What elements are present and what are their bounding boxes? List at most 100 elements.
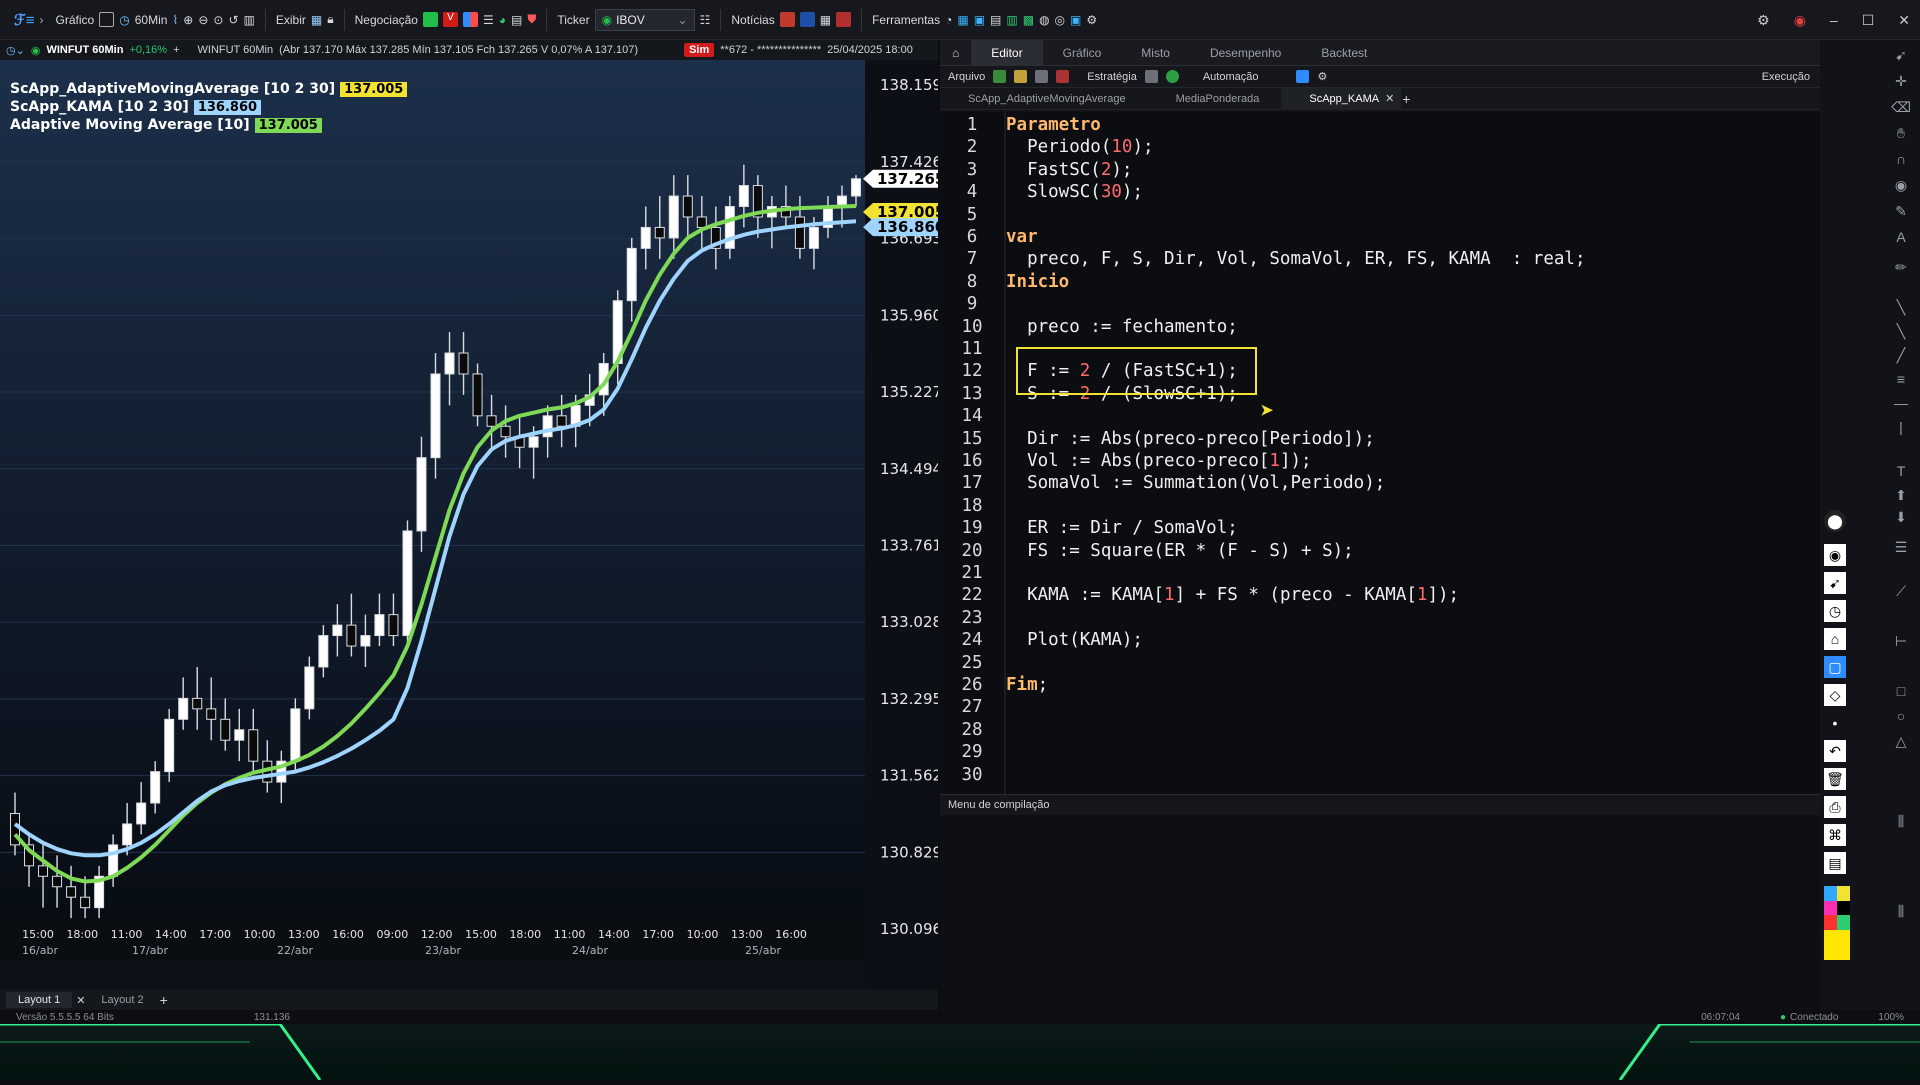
code-line[interactable]: 10 preco := fechamento; bbox=[940, 316, 1820, 338]
menu-estrategia[interactable]: Estratégia bbox=[1087, 71, 1137, 83]
eraser-icon[interactable]: ⌫ bbox=[1890, 96, 1912, 118]
tool-icon-9[interactable]: ▣ bbox=[1070, 13, 1081, 27]
arrow-down-icon[interactable]: ⬇ bbox=[1890, 506, 1912, 528]
code-line[interactable]: 17 SomaVol := Summation(Vol,Periodo); bbox=[940, 472, 1820, 494]
code-line[interactable]: 24 Plot(KAMA); bbox=[940, 629, 1820, 651]
settings-icon[interactable]: ⚙ bbox=[1317, 70, 1327, 83]
sim-badge[interactable]: Sim bbox=[684, 43, 715, 57]
gear-icon[interactable]: ⚙ bbox=[1757, 12, 1770, 29]
eraser-tool-icon[interactable]: ◇ bbox=[1824, 684, 1846, 706]
file-tab-2[interactable]: MediaPonderada bbox=[1148, 88, 1282, 110]
tab-backtest[interactable]: Backtest bbox=[1301, 40, 1387, 66]
color-swatch-yellow[interactable] bbox=[1824, 930, 1850, 960]
code-line[interactable]: 7 preco, F, S, Dir, Vol, SomaVol, ER, FS… bbox=[940, 248, 1820, 270]
tab-desempenho[interactable]: Desempenho bbox=[1190, 40, 1301, 66]
replay-icon[interactable]: ↺ bbox=[228, 13, 238, 27]
timer-icon[interactable]: ◷ bbox=[1824, 600, 1846, 622]
save-icon[interactable] bbox=[1035, 70, 1049, 83]
code-line[interactable]: 23 bbox=[940, 607, 1820, 629]
zoom-level[interactable]: 100% bbox=[1878, 1012, 1904, 1023]
report-icon[interactable] bbox=[836, 12, 852, 27]
code-line[interactable]: 30 bbox=[940, 764, 1820, 786]
code-line[interactable]: 28 bbox=[940, 719, 1820, 741]
indicator-label-1[interactable]: ScApp_AdaptiveMovingAverage [10 2 30] 13… bbox=[10, 81, 408, 97]
print-icon[interactable]: ⎙ bbox=[1824, 796, 1846, 818]
eye-icon[interactable]: ◉ bbox=[1890, 174, 1912, 196]
code-line[interactable]: 29 bbox=[940, 741, 1820, 763]
vertical-lines-icon[interactable]: ⫼ bbox=[1890, 810, 1912, 832]
tab-editor[interactable]: Editor bbox=[971, 39, 1043, 66]
code-line[interactable]: 18 bbox=[940, 495, 1820, 517]
pencil-icon[interactable]: ✏ bbox=[1890, 256, 1912, 278]
indicator-label-2[interactable]: ScApp_KAMA [10 2 30] 136.860 bbox=[10, 99, 262, 115]
maximize-icon[interactable]: ☐ bbox=[1862, 12, 1875, 29]
camera-icon[interactable]: ⌘ bbox=[1824, 824, 1846, 846]
compile-icon[interactable] bbox=[1144, 70, 1158, 83]
brush-icon[interactable]: ✎ bbox=[1890, 200, 1912, 222]
code-line[interactable]: 22 KAMA := KAMA[1] + FS * (preco - KAMA[… bbox=[940, 584, 1820, 606]
chart-menu-icon[interactable]: ◷⌄ bbox=[6, 44, 25, 57]
shield-icon[interactable]: ⛊ bbox=[527, 12, 536, 27]
line-chart-icon[interactable]: ⌇ bbox=[172, 13, 178, 27]
code-line[interactable]: 6 var bbox=[940, 226, 1820, 248]
ray-tool-icon[interactable]: ╲ bbox=[1890, 320, 1912, 342]
clock-icon[interactable]: ◷ bbox=[119, 13, 129, 27]
gann-icon[interactable]: ⟋ bbox=[1890, 580, 1912, 602]
close-layout-icon[interactable]: ✕ bbox=[76, 994, 85, 1007]
layout-tab-2[interactable]: Layout 2 bbox=[89, 992, 155, 1008]
app-logo-area[interactable]: ℱ≡ › bbox=[0, 0, 50, 40]
settings-gear-icon[interactable]: ⚙ bbox=[1086, 13, 1097, 27]
file-tab-1[interactable]: ScApp_AdaptiveMovingAverage bbox=[940, 88, 1148, 110]
account-label[interactable]: **672 - *************** bbox=[720, 44, 821, 56]
menu-noticias[interactable]: Notícias bbox=[731, 13, 774, 27]
close-icon[interactable]: ✕ bbox=[1898, 12, 1910, 29]
menu-grafico[interactable]: Gráfico bbox=[56, 13, 95, 27]
home-icon[interactable]: ⌂ bbox=[940, 46, 971, 60]
tool-icon-8[interactable]: ◎ bbox=[1055, 13, 1065, 27]
code-line[interactable]: 15 Dir := Abs(preco-preco[Periodo]); bbox=[940, 428, 1820, 450]
watchlist-icon[interactable]: ☷ bbox=[700, 13, 711, 27]
magnet-icon[interactable]: ∩ bbox=[1890, 148, 1912, 170]
code-line[interactable]: 20 FS := Square(ER * (F - S) + S); bbox=[940, 540, 1820, 562]
menu-ferramentas[interactable]: Ferramentas bbox=[872, 13, 940, 27]
sell-icon[interactable]: V bbox=[442, 12, 458, 27]
color-palette[interactable] bbox=[1824, 886, 1850, 930]
user-avatar[interactable]: ◉ bbox=[1794, 12, 1806, 29]
frame-icon[interactable]: ▢ bbox=[1824, 656, 1846, 678]
code-line[interactable]: 27 bbox=[940, 696, 1820, 718]
hand-icon[interactable]: ✋︎ bbox=[1890, 122, 1912, 144]
close-file-icon[interactable]: ✕ bbox=[1385, 92, 1394, 105]
menu-negociacao[interactable]: Negociação bbox=[355, 13, 418, 27]
chevron-down-icon[interactable]: ⌄ bbox=[678, 13, 688, 27]
indicator-label-3[interactable]: Adaptive Moving Average [10] 137.005 bbox=[10, 117, 322, 133]
code-line[interactable]: 26 Fim; bbox=[940, 674, 1820, 696]
bar-chart-icon[interactable]: ▥ bbox=[244, 13, 255, 27]
trash-icon[interactable]: 🗑︎ bbox=[1824, 768, 1846, 790]
code-line[interactable]: 19 ER := Dir / SomaVol; bbox=[940, 517, 1820, 539]
clipboard-icon[interactable]: ▤ bbox=[1824, 852, 1846, 874]
tool-icon-6[interactable]: ▩ bbox=[1023, 13, 1034, 27]
code-line[interactable]: 1 Parametro bbox=[940, 114, 1820, 136]
tool-icon-4[interactable]: ▤ bbox=[990, 13, 1001, 27]
trend-tool-icon[interactable]: ╱ bbox=[1890, 344, 1912, 366]
menu-automacao[interactable]: Automação bbox=[1203, 71, 1259, 83]
crosshair-icon[interactable]: ✛ bbox=[1890, 70, 1912, 92]
delete-icon[interactable] bbox=[1056, 70, 1070, 83]
new-icon[interactable] bbox=[1014, 70, 1028, 83]
code-line[interactable]: 5 bbox=[940, 204, 1820, 226]
buy-icon[interactable] bbox=[422, 12, 438, 27]
line-tool-icon[interactable]: ╲ bbox=[1890, 296, 1912, 318]
menu-arquivo[interactable]: Arquivo bbox=[948, 71, 985, 83]
location-pin-icon[interactable]: ⬤ bbox=[1824, 510, 1846, 532]
code-line[interactable]: 16 Vol := Abs(preco-preco[1]); bbox=[940, 450, 1820, 472]
grid-layout-icon[interactable]: ▦ bbox=[311, 13, 322, 27]
eye-toggle-icon[interactable]: ◉ bbox=[1824, 544, 1846, 566]
run-icon[interactable] bbox=[1165, 70, 1179, 83]
timeframe-selector[interactable]: 60Min bbox=[135, 13, 168, 27]
tool-icon-1[interactable]: ◔ bbox=[945, 13, 952, 27]
list-icon[interactable]: ☰ bbox=[483, 13, 494, 27]
menu-execucao[interactable]: Execução bbox=[1762, 71, 1820, 83]
code-line[interactable]: 8 Inicio bbox=[940, 271, 1820, 293]
book-icon[interactable] bbox=[462, 12, 478, 27]
calendar-icon[interactable]: ▦ bbox=[820, 13, 831, 27]
